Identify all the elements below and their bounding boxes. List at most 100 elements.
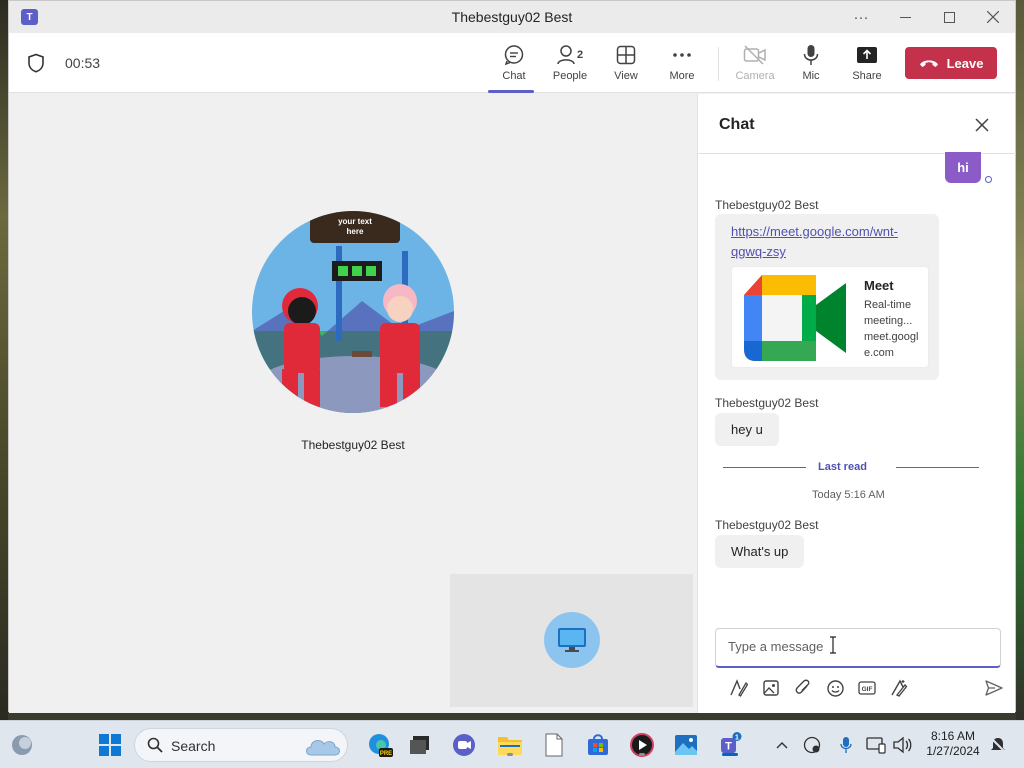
windows-start-icon[interactable]	[96, 731, 124, 759]
svg-text:PRE: PRE	[380, 751, 392, 757]
participant-avatar: your text here	[252, 211, 454, 413]
card-title: Meet	[864, 278, 894, 293]
message-bubble-link: https://meet.google.com/wnt-qgwq-zsy Mee…	[715, 214, 939, 380]
desktop-background-right	[1016, 0, 1024, 720]
link-preview-card[interactable]: Meet Real-time meeting... meet.google.co…	[731, 266, 929, 368]
message-bubble: hey u	[715, 413, 779, 446]
message-timestamp: Today 5:16 AM	[812, 489, 885, 501]
document-icon[interactable]	[540, 731, 568, 759]
teams-meeting-window: T Thebestguy02 Best ··· 00:53 Chat 2 Peo…	[8, 0, 1016, 713]
svg-text:here: here	[347, 227, 364, 236]
more-button-label: More	[669, 70, 695, 82]
teams-chat-icon[interactable]	[450, 731, 478, 759]
more-options-icon[interactable]: ···	[839, 1, 883, 33]
chat-button[interactable]: Chat	[486, 43, 542, 93]
svg-text:T: T	[725, 741, 732, 753]
file-explorer-icon[interactable]	[496, 731, 524, 759]
meeting-controls-bar: 00:53 Chat 2 People View More Camera Mic…	[9, 33, 1015, 93]
leave-button-label: Leave	[946, 55, 984, 71]
clock-date: 1/27/2024	[926, 744, 980, 758]
search-label: Search	[171, 738, 216, 754]
message-sender: Thebestguy02 Best	[715, 518, 819, 532]
media-player-icon[interactable]	[628, 731, 656, 759]
desktop-background-left	[0, 0, 8, 720]
svg-text:1: 1	[735, 735, 739, 742]
meeting-stage: your text here Thebestguy02 Best	[9, 94, 697, 713]
mic-button[interactable]: Mic	[783, 43, 839, 91]
chat-active-indicator	[488, 90, 534, 93]
camera-button[interactable]: Camera	[727, 43, 783, 91]
title-bar: T Thebestguy02 Best ···	[9, 1, 1015, 33]
chat-panel-title: Chat	[719, 116, 755, 133]
card-domain: meet.google.com	[864, 331, 919, 359]
google-meet-logo-icon	[744, 275, 846, 361]
last-read-line-left	[723, 467, 806, 468]
read-receipt-icon	[985, 176, 992, 183]
message-bubble: What's up	[715, 535, 805, 568]
image-icon[interactable]	[761, 678, 781, 698]
chat-button-label: Chat	[502, 70, 526, 82]
leave-button[interactable]: Leave	[905, 47, 997, 79]
maximize-button[interactable]	[927, 1, 971, 33]
card-description: Real-time meeting...	[864, 299, 913, 327]
people-button-label: People	[552, 70, 588, 82]
volume-icon[interactable]	[888, 731, 916, 759]
more-ellipsis-icon	[672, 43, 692, 67]
computer-monitor-icon	[558, 628, 586, 652]
mic-button-label: Mic	[802, 70, 820, 82]
send-icon[interactable]	[984, 678, 1004, 698]
taskbar-search-box[interactable]: Search	[134, 728, 348, 762]
display-tray-icon[interactable]	[862, 731, 890, 759]
view-button[interactable]: View	[598, 43, 654, 91]
participant-name: Thebestguy02 Best	[301, 438, 405, 452]
share-tray-icon	[856, 43, 878, 67]
message-input[interactable]	[728, 639, 988, 654]
self-video-tile[interactable]	[450, 574, 693, 707]
meeting-timer: 00:53	[65, 55, 101, 71]
view-grid-icon	[616, 43, 636, 67]
loop-component-icon[interactable]	[889, 678, 909, 698]
meet-link[interactable]: https://meet.google.com/wnt-qgwq-zsy	[731, 222, 931, 262]
share-button[interactable]: Share	[839, 43, 895, 91]
last-read-label: Last read	[818, 461, 867, 473]
shield-icon[interactable]	[27, 53, 45, 73]
network-globe-icon[interactable]	[798, 731, 826, 759]
microphone-tray-icon[interactable]	[832, 731, 860, 759]
widgets-icon[interactable]	[8, 731, 36, 759]
compose-box[interactable]	[715, 628, 1001, 668]
show-hidden-icons-chevron-icon[interactable]	[768, 731, 796, 759]
microsoft-store-icon[interactable]	[584, 731, 612, 759]
attach-paperclip-icon[interactable]	[793, 678, 813, 698]
camera-off-icon	[743, 43, 767, 67]
edge-preview-icon[interactable]: PRE	[366, 731, 394, 759]
people-button[interactable]: 2 People	[542, 43, 598, 91]
close-chat-icon[interactable]	[973, 116, 991, 134]
minimize-button[interactable]	[883, 1, 927, 33]
more-button[interactable]: More	[654, 43, 710, 91]
text-cursor-icon	[830, 636, 836, 654]
chat-bubble-icon	[503, 43, 525, 67]
gif-icon[interactable]: GIF	[857, 678, 877, 698]
people-count-badge: 2	[576, 49, 584, 61]
hang-up-phone-icon	[919, 60, 938, 67]
clock-time: 8:16 AM	[930, 729, 976, 743]
view-button-label: View	[614, 70, 638, 82]
cloud-highlight-icon	[306, 739, 340, 756]
svg-text:your text: your text	[338, 217, 372, 226]
svg-text:GIF: GIF	[862, 686, 873, 693]
format-icon[interactable]	[729, 678, 749, 698]
self-avatar	[544, 612, 600, 668]
chat-panel: Chat hi Thebestguy02 Best https://meet.g…	[697, 94, 1016, 713]
share-button-label: Share	[852, 70, 882, 82]
camera-button-label: Camera	[735, 70, 775, 82]
emoji-icon[interactable]	[825, 678, 845, 698]
notification-bell-icon[interactable]	[984, 731, 1012, 759]
windows-taskbar: Search PRE T1 8:16 AM 1/27/2024	[0, 720, 1024, 768]
photos-icon[interactable]	[672, 731, 700, 759]
last-read-line-right	[896, 467, 979, 468]
task-view-icon[interactable]	[406, 731, 434, 759]
message-sender: Thebestguy02 Best	[715, 198, 819, 212]
taskbar-clock[interactable]: 8:16 AM 1/27/2024	[920, 729, 986, 759]
teams-app-icon[interactable]: T1	[716, 731, 744, 759]
close-window-button[interactable]	[971, 1, 1015, 33]
